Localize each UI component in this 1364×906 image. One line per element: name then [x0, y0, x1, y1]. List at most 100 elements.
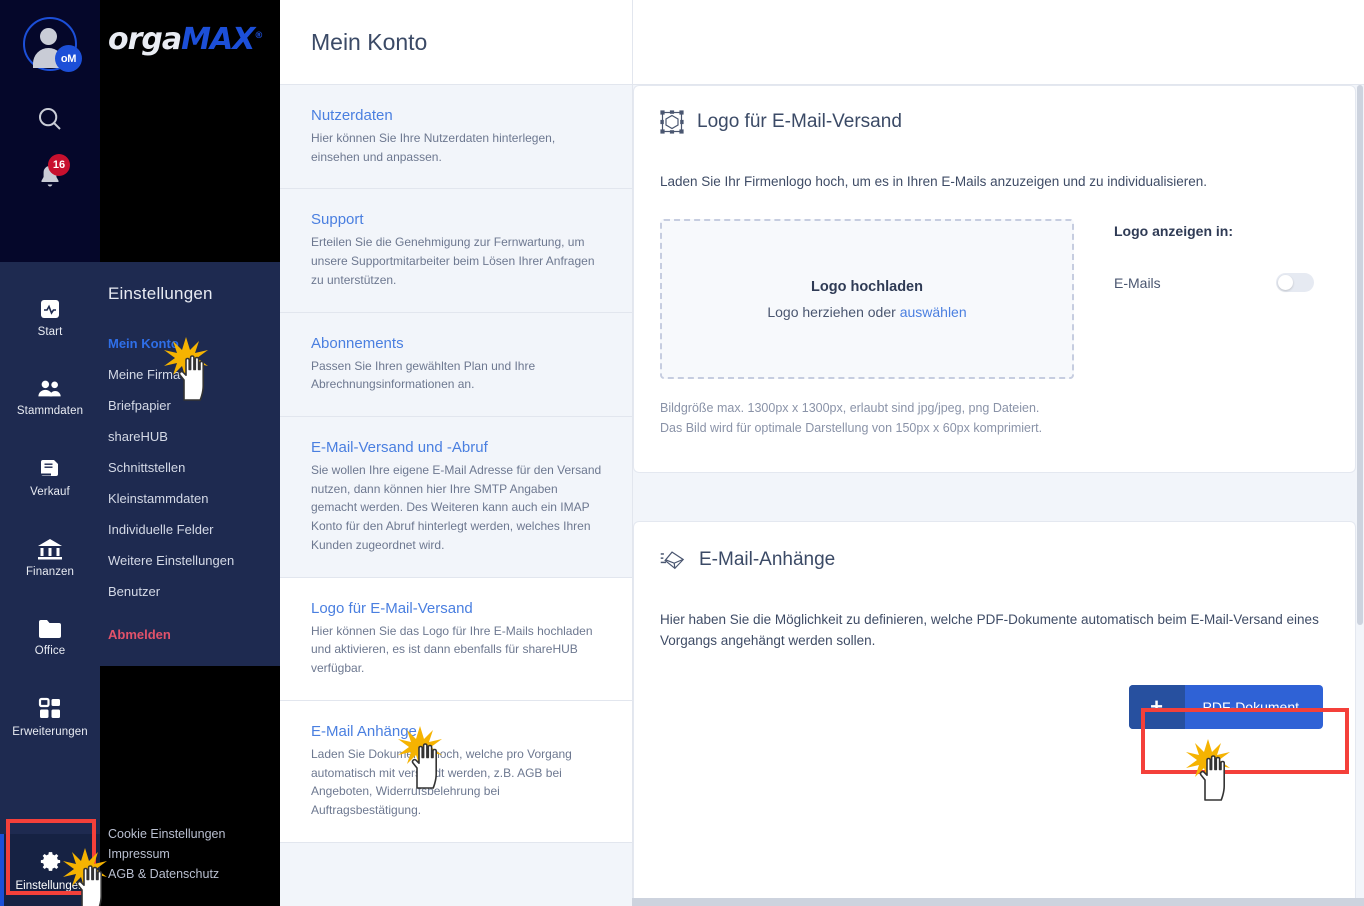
section-item-logo-email-versand[interactable]: Logo für E-Mail-Versand Hier können Sie …: [280, 577, 632, 701]
section-list-column: Mein Konto Nutzerdaten Hier können Sie I…: [280, 0, 632, 906]
primary-nav-rail: oM 16 Start Stammdaten Verkauf Finanzen …: [0, 0, 100, 906]
sidebar-item-label: Erweiterungen: [12, 726, 88, 739]
logo-part-max: MAX: [181, 22, 255, 57]
horizontal-scrollbar[interactable]: [630, 898, 1364, 906]
orgamax-logo: orgaMAX®: [108, 22, 280, 57]
section-title: E-Mail-Versand und -Abruf: [311, 439, 488, 457]
scrollbar-thumb[interactable]: [1357, 85, 1363, 625]
notifications-bell[interactable]: 16: [36, 154, 70, 196]
footer-link-cookie-einstellungen[interactable]: Cookie Einstellungen: [108, 824, 280, 844]
attach-card-title: E-Mail-Anhänge: [699, 549, 836, 571]
settings-menu-title: Einstellungen: [108, 284, 213, 303]
logo-card-body: Logo hochladen Logo herziehen oder auswä…: [660, 219, 1329, 380]
page-header: Mein Konto: [280, 0, 632, 85]
settings-menu: Einstellungen Mein Konto Meine Firma Bri…: [100, 262, 280, 666]
settings-menu-item-sharehub[interactable]: shareHUB: [100, 421, 280, 452]
section-title: Nutzerdaten: [311, 107, 393, 124]
app-window: oM 16 Start Stammdaten Verkauf Finanzen …: [0, 0, 1364, 906]
sidebar-item-start[interactable]: Start: [0, 278, 100, 358]
section-desc: Passen Sie Ihren gewählten Plan und Ihre…: [311, 358, 536, 392]
sidebar-item-label: Verkauf: [30, 486, 70, 499]
attach-actions: + PDF-Dokument: [660, 684, 1329, 729]
settings-menu-item-briefpapier[interactable]: Briefpapier: [100, 390, 280, 421]
dropzone-select-link[interactable]: auswählen: [900, 304, 967, 320]
section-item-email-anhaenge[interactable]: E-Mail Anhänge Laden Sie Dokumente hoch,…: [280, 700, 632, 843]
section-item-abonnements[interactable]: Abonnements Passen Sie Ihren gewählten P…: [280, 312, 632, 418]
settings-menu-item-kleinstammdaten[interactable]: Kleinstammdaten: [100, 483, 280, 514]
sidebar-item-einstellungen[interactable]: Einstellungen: [0, 834, 100, 906]
footer-link-impressum[interactable]: Impressum: [108, 844, 280, 864]
attach-card-desc: Hier haben Sie die Möglichkeit zu defini…: [660, 612, 1319, 648]
logo-dropzone[interactable]: Logo hochladen Logo herziehen oder auswä…: [660, 219, 1074, 380]
logo-email-card: Logo für E-Mail-Versand Laden Sie Ihr Fi…: [633, 85, 1356, 474]
settings-menu-item-mein-konto[interactable]: Mein Konto: [100, 328, 280, 359]
settings-menu-item-individuelle-felder[interactable]: Individuelle Felder: [100, 514, 280, 545]
logo-hint-line-2: Das Bild wird für optimale Darstellung v…: [660, 421, 1043, 436]
gear-icon: [40, 851, 60, 871]
avatar-head-icon: [40, 28, 57, 45]
search-icon[interactable]: [35, 104, 65, 139]
logo-size-hint: Bildgröße max. 1300px x 1300px, erlaubt …: [660, 398, 1329, 438]
dropzone-subtitle: Logo herziehen oder auswählen: [767, 304, 966, 320]
section-title: Logo für E-Mail-Versand: [311, 599, 473, 617]
settings-menu-item-meine-firma[interactable]: Meine Firma: [100, 359, 280, 390]
add-pdf-document-button[interactable]: + PDF-Dokument: [1128, 684, 1323, 729]
sidebar-item-label: Einstellungen: [15, 879, 85, 892]
toggle-knob: [1278, 275, 1293, 291]
footer-link-agb-datenschutz[interactable]: AGB & Datenschutz: [108, 864, 280, 884]
rail-header: oM 16: [0, 0, 100, 262]
section-title: Abonnements: [311, 334, 404, 352]
section-desc: Hier können Sie Ihre Nutzerdaten hinterl…: [311, 131, 556, 164]
section-desc: Erteilen Sie die Genehmigung zur Fernwar…: [311, 235, 595, 287]
sidebar-item-label: Stammdaten: [16, 405, 84, 418]
email-attachments-card: E-Mail-Anhänge Hier haben Sie die Möglic…: [633, 521, 1356, 906]
logo-display-row-emails: E-Mails: [1114, 273, 1314, 293]
main-topbar: [633, 0, 1364, 85]
logo-display-options: Logo anzeigen in: E-Mails: [1114, 219, 1314, 379]
brand-header: orgaMAX®: [100, 0, 280, 262]
rail-spacer: [0, 758, 100, 834]
sidebar-item-label: Office: [34, 645, 66, 658]
logo-hint-line-1: Bildgröße max. 1300px x 1300px, erlaubt …: [660, 401, 1040, 416]
section-item-email-versand-abruf[interactable]: E-Mail-Versand und -Abruf Sie wollen Ihr…: [280, 417, 632, 578]
settings-sidebar: orgaMAX® Einstellungen Mein Konto Meine …: [100, 0, 280, 906]
logo-card-desc: Laden Sie Ihr Firmenlogo hoch, um es in …: [660, 174, 1208, 189]
emails-logo-toggle[interactable]: [1276, 273, 1314, 293]
dropzone-sub-text: Logo herziehen oder: [767, 303, 900, 320]
section-title: E-Mail Anhänge: [311, 722, 417, 740]
footer-links: Cookie Einstellungen Impressum AGB & Dat…: [100, 824, 280, 906]
sidebar-item-label: Finanzen: [25, 566, 75, 579]
section-desc: Hier können Sie das Logo für Ihre E-Mail…: [311, 623, 593, 676]
sidebar-item-stammdaten[interactable]: Stammdaten: [0, 358, 100, 438]
dropzone-title: Logo hochladen: [811, 278, 923, 295]
section-desc: Sie wollen Ihre eigene E-Mail Adresse fü…: [311, 463, 602, 552]
logo-card-title: Logo für E-Mail-Versand: [697, 111, 902, 132]
settings-menu-item-benutzer[interactable]: Benutzer: [100, 576, 280, 607]
image-shape-icon: [660, 110, 684, 134]
logo-display-title: Logo anzeigen in:: [1114, 223, 1233, 240]
logo-registered-mark: ®: [254, 31, 263, 41]
avatar[interactable]: oM: [23, 17, 82, 72]
sidebar-item-verkauf[interactable]: Verkauf: [0, 438, 100, 518]
page-title: Mein Konto: [311, 28, 428, 55]
section-desc: Laden Sie Dokumente hoch, welche pro Vor…: [311, 746, 572, 817]
add-pdf-document-label: PDF-Dokument: [1202, 698, 1299, 715]
main-vertical-scrollbar[interactable]: [1356, 85, 1364, 898]
active-accent-bar: [0, 834, 4, 906]
plus-icon: +: [1128, 684, 1185, 729]
toggle-label-emails: E-Mails: [1114, 274, 1161, 291]
sidebar-filler: [100, 666, 280, 824]
section-item-nutzerdaten[interactable]: Nutzerdaten Hier können Sie Ihre Nutzerd…: [280, 85, 632, 190]
sidebar-item-finanzen[interactable]: Finanzen: [0, 518, 100, 598]
sidebar-item-label: Start: [37, 326, 63, 339]
settings-menu-item-abmelden[interactable]: Abmelden: [100, 607, 280, 650]
rail-nav-items: Start Stammdaten Verkauf Finanzen Office…: [0, 262, 100, 834]
section-item-support[interactable]: Support Erteilen Sie die Genehmigung zur…: [280, 189, 632, 313]
notification-count-badge: 16: [48, 154, 70, 176]
avatar-badge: oM: [55, 45, 82, 72]
settings-menu-item-weitere-einstellungen[interactable]: Weitere Einstellungen: [100, 545, 280, 576]
send-mail-icon: [660, 551, 685, 570]
settings-menu-item-schnittstellen[interactable]: Schnittstellen: [100, 452, 280, 483]
sidebar-item-erweiterungen[interactable]: Erweiterungen: [0, 678, 100, 758]
sidebar-item-office[interactable]: Office: [0, 598, 100, 678]
